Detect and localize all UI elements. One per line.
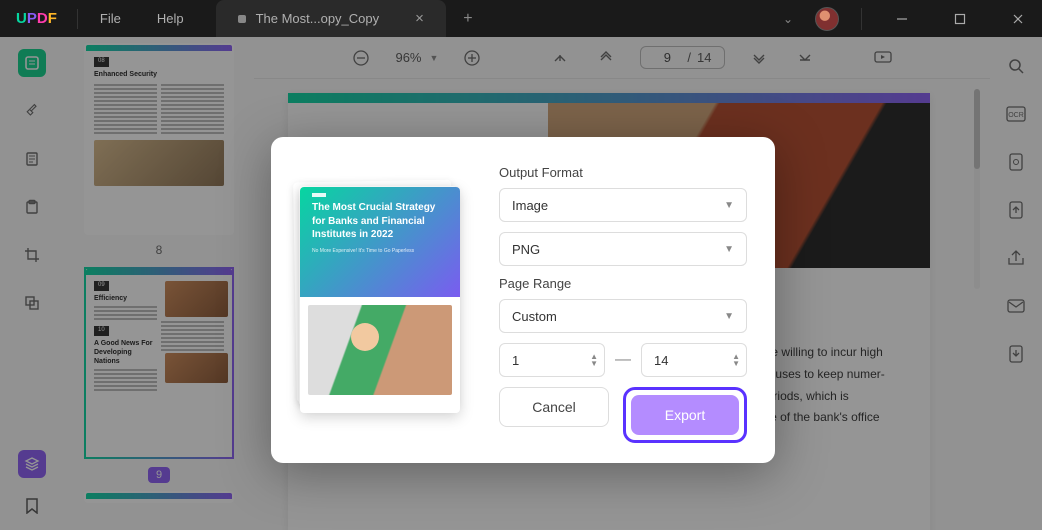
export-highlight: Export: [623, 387, 747, 443]
preview-title: The Most Crucial Strategy for Banks and …: [312, 201, 448, 242]
titlebar: UPDF File Help The Most...opy_Copy × + ⌄: [0, 0, 1042, 37]
output-format-value: Image: [512, 198, 548, 213]
logo-d: D: [37, 10, 48, 27]
page-from-input[interactable]: 1 ▲▼: [499, 343, 605, 377]
window-maximize-icon[interactable]: [942, 0, 978, 37]
document-tab[interactable]: The Most...opy_Copy ×: [216, 0, 446, 37]
logo-u: U: [16, 10, 27, 27]
chevron-down-icon: ▼: [724, 311, 734, 322]
chevron-down-icon: ▼: [724, 200, 734, 211]
new-tab-button[interactable]: +: [454, 10, 482, 28]
page-to-input[interactable]: 14 ▲▼: [641, 343, 747, 377]
separator: [77, 9, 78, 29]
page-range-value: Custom: [512, 309, 557, 324]
image-type-value: PNG: [512, 242, 540, 257]
cancel-button[interactable]: Cancel: [499, 387, 609, 427]
logo-p: P: [27, 10, 37, 27]
preview-subtitle: No More Expensive! It's Time to Go Paper…: [312, 248, 448, 254]
spinner-icon[interactable]: ▲▼: [732, 353, 740, 367]
export-button[interactable]: Export: [631, 395, 739, 435]
window-close-icon[interactable]: [1000, 0, 1036, 37]
tab-title: The Most...opy_Copy: [256, 11, 380, 26]
output-format-label: Output Format: [499, 165, 747, 180]
preview-thumbnail: The Most Crucial Strategy for Banks and …: [300, 187, 460, 413]
menu-file[interactable]: File: [82, 11, 139, 26]
window-minimize-icon[interactable]: [884, 0, 920, 37]
page-range-select[interactable]: Custom ▼: [499, 299, 747, 333]
tab-doc-icon: [238, 15, 246, 23]
spinner-icon[interactable]: ▲▼: [590, 353, 598, 367]
page-to-value: 14: [654, 353, 668, 368]
page-range-label: Page Range: [499, 276, 747, 291]
user-avatar[interactable]: [815, 7, 839, 31]
separator: [861, 8, 862, 30]
menu-help[interactable]: Help: [139, 11, 202, 26]
tabs-dropdown-icon[interactable]: ⌄: [783, 12, 793, 26]
export-dialog: The Most Crucial Strategy for Banks and …: [271, 137, 775, 463]
tab-close-icon[interactable]: ×: [415, 10, 424, 27]
chevron-down-icon: ▼: [724, 244, 734, 255]
app-body: 08 Enhanced Security 8 09 Efficiency 1: [0, 37, 1042, 530]
page-from-value: 1: [512, 353, 519, 368]
output-format-select[interactable]: Image ▼: [499, 188, 747, 222]
range-dash: —: [615, 351, 631, 369]
app-logo: UPDF: [0, 10, 73, 27]
logo-f: F: [48, 10, 57, 27]
export-preview: The Most Crucial Strategy for Banks and …: [271, 137, 489, 463]
image-type-select[interactable]: PNG ▼: [499, 232, 747, 266]
